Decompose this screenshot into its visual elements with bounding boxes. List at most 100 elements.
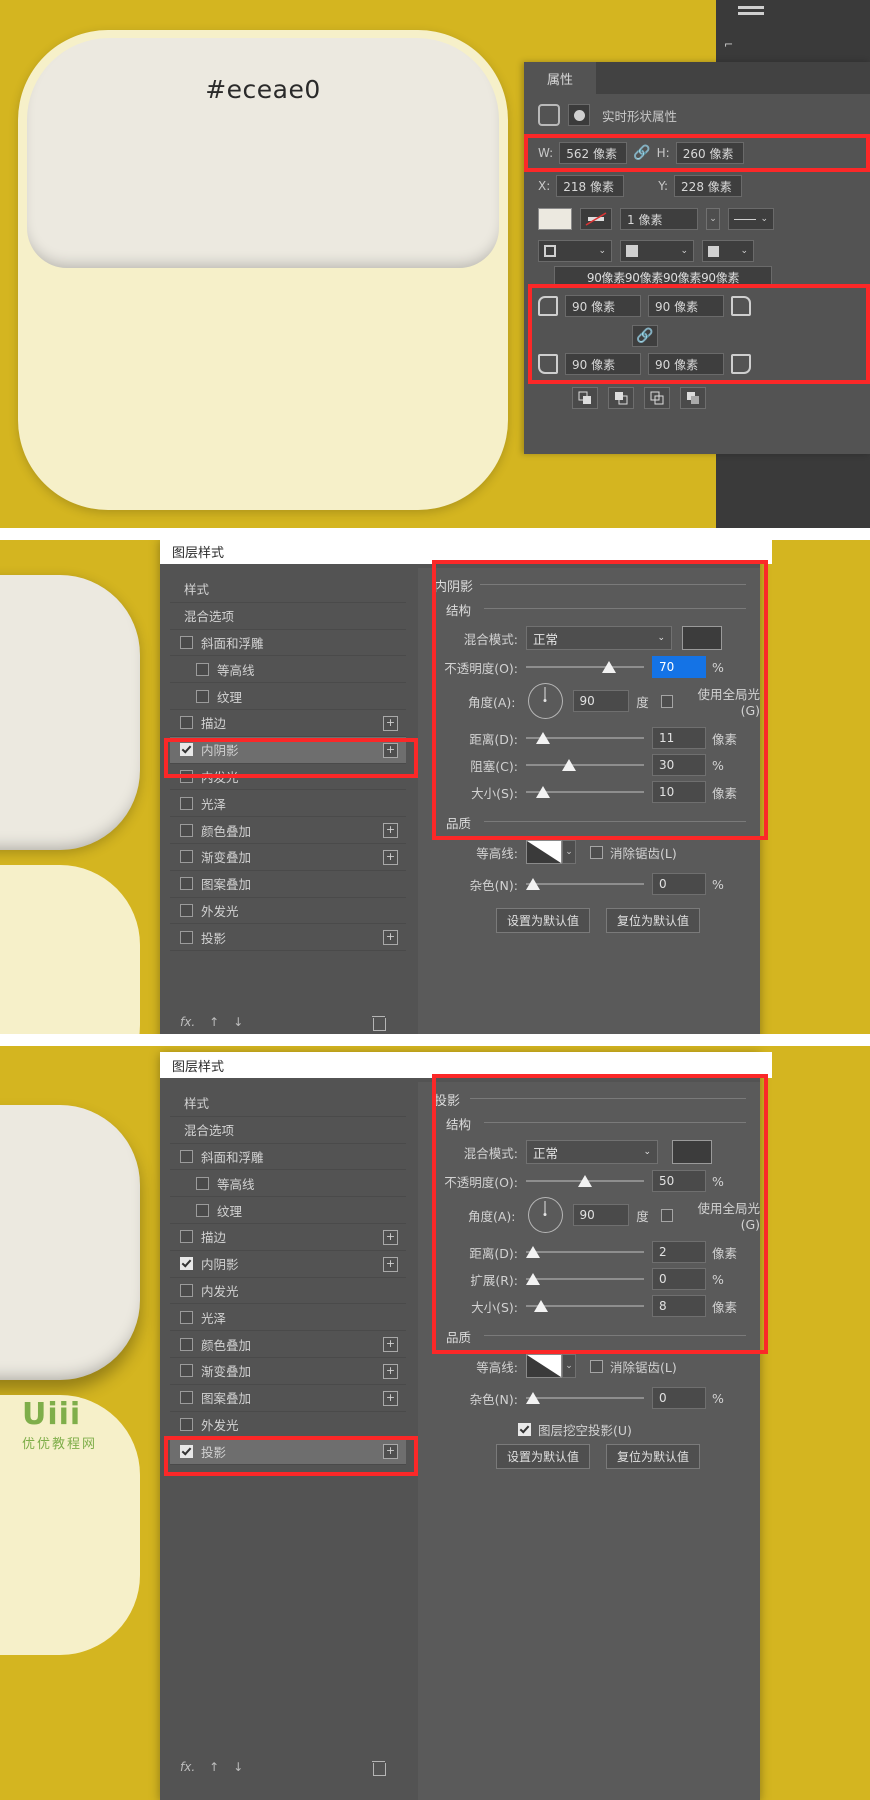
antialias-checkbox-2[interactable] bbox=[590, 1359, 603, 1373]
effect-item-b-13[interactable]: 投影 + bbox=[170, 1438, 406, 1466]
y-input[interactable]: 228 像素 bbox=[674, 175, 743, 197]
effect-checkbox-a-11[interactable] bbox=[180, 877, 193, 891]
radius-tr-input[interactable]: 90 像素 bbox=[648, 295, 724, 317]
effect-item-a-6[interactable]: 内阴影 + bbox=[170, 736, 406, 764]
blend-mode-select-1[interactable]: 正常 ⌄ bbox=[526, 626, 672, 650]
opacity-input-1[interactable]: 70 bbox=[652, 656, 706, 678]
effect-add-icon-a-13[interactable]: + bbox=[383, 930, 398, 946]
path-exclude-button[interactable] bbox=[680, 387, 706, 409]
trash-icon[interactable] bbox=[372, 1015, 387, 1031]
distance-input-2[interactable]: 2 bbox=[652, 1241, 706, 1263]
contour-chevron-icon-2[interactable]: ⌄ bbox=[562, 1354, 576, 1378]
effect-item-b-10[interactable]: 渐变叠加 + bbox=[170, 1358, 406, 1385]
stroke-width-chevron-icon[interactable]: ⌄ bbox=[706, 208, 720, 230]
effect-item-a-12[interactable]: 外发光 bbox=[170, 898, 406, 925]
reset-default-button-2[interactable]: 复位为默认值 bbox=[606, 1444, 700, 1469]
effect-item-b-12[interactable]: 外发光 bbox=[170, 1412, 406, 1439]
effect-add-icon-a-10[interactable]: + bbox=[383, 849, 398, 865]
effect-checkbox-b-6[interactable] bbox=[180, 1257, 193, 1271]
effect-checkbox-b-4[interactable] bbox=[196, 1203, 209, 1217]
effect-checkbox-b-12[interactable] bbox=[180, 1417, 193, 1431]
effect-item-b-5[interactable]: 描边 + bbox=[170, 1224, 406, 1251]
radius-bl-input[interactable]: 90 像素 bbox=[565, 353, 641, 375]
effect-item-b-11[interactable]: 图案叠加 + bbox=[170, 1385, 406, 1412]
effect-checkbox-a-9[interactable] bbox=[180, 823, 193, 837]
distance-input-1[interactable]: 11 bbox=[652, 727, 706, 749]
choke-slider-1[interactable] bbox=[526, 758, 644, 772]
size-slider-1[interactable] bbox=[526, 785, 644, 799]
effect-checkbox-a-3[interactable] bbox=[196, 662, 209, 676]
effect-item-b-6[interactable]: 内阴影 + bbox=[170, 1251, 406, 1278]
effect-item-a-5[interactable]: 描边 + bbox=[170, 710, 406, 737]
spread-slider-2[interactable] bbox=[526, 1272, 644, 1286]
x-input[interactable]: 218 像素 bbox=[556, 175, 625, 197]
effect-item-a-2[interactable]: 斜面和浮雕 bbox=[170, 630, 406, 657]
radius-tl-input[interactable]: 90 像素 bbox=[565, 295, 641, 317]
global-light-checkbox-2[interactable] bbox=[660, 1208, 674, 1222]
opacity-input-2[interactable]: 50 bbox=[652, 1170, 706, 1192]
stroke-swatch[interactable] bbox=[580, 208, 612, 230]
stroke-align-dropdown[interactable]: ⌄ bbox=[538, 240, 612, 262]
effect-item-a-0[interactable]: 样式 bbox=[170, 576, 406, 603]
effect-add-icon-a-5[interactable]: + bbox=[383, 715, 398, 731]
opacity-slider-1[interactable] bbox=[526, 660, 644, 674]
size-input-2[interactable]: 8 bbox=[652, 1295, 706, 1317]
effect-checkbox-a-7[interactable] bbox=[180, 769, 193, 783]
effect-item-a-10[interactable]: 渐变叠加 + bbox=[170, 844, 406, 871]
stroke-style-dropdown[interactable]: ⌄ bbox=[728, 208, 774, 230]
move-up-icon-2[interactable]: ↑ bbox=[209, 1760, 219, 1774]
contour-preview-1[interactable] bbox=[526, 840, 562, 864]
noise-input-2[interactable]: 0 bbox=[652, 1387, 706, 1409]
shadow-color-swatch-2[interactable] bbox=[672, 1140, 712, 1164]
effect-item-b-2[interactable]: 斜面和浮雕 bbox=[170, 1144, 406, 1171]
effect-checkbox-a-6[interactable] bbox=[180, 743, 193, 757]
effect-checkbox-b-11[interactable] bbox=[180, 1391, 193, 1405]
height-input[interactable]: 260 像素 bbox=[675, 142, 744, 164]
effect-checkbox-b-13[interactable] bbox=[180, 1444, 193, 1458]
effect-checkbox-b-3[interactable] bbox=[196, 1176, 209, 1190]
effect-item-a-4[interactable]: 纹理 bbox=[170, 683, 406, 710]
effect-add-icon-b-10[interactable]: + bbox=[383, 1363, 398, 1379]
size-input-1[interactable]: 10 bbox=[652, 781, 706, 803]
noise-slider-1[interactable] bbox=[526, 877, 644, 891]
stroke-cap-dropdown[interactable]: ⌄ bbox=[620, 240, 694, 262]
reset-default-button-1[interactable]: 复位为默认值 bbox=[606, 908, 700, 933]
contour-preview-2[interactable] bbox=[526, 1354, 562, 1378]
move-down-icon[interactable]: ↓ bbox=[233, 1015, 243, 1029]
effect-item-b-8[interactable]: 光泽 bbox=[170, 1304, 406, 1332]
width-input[interactable]: 562 像素 bbox=[559, 142, 628, 164]
fx-icon[interactable]: fx. bbox=[180, 1015, 195, 1029]
effect-checkbox-a-12[interactable] bbox=[180, 903, 193, 917]
effect-item-a-8[interactable]: 光泽 bbox=[170, 790, 406, 818]
effect-add-icon-b-9[interactable]: + bbox=[383, 1337, 398, 1353]
effect-item-a-9[interactable]: 颜色叠加 + bbox=[170, 817, 406, 844]
blend-mode-select-2[interactable]: 正常 ⌄ bbox=[526, 1140, 658, 1164]
path-subtract-button[interactable] bbox=[608, 387, 634, 409]
effect-checkbox-a-13[interactable] bbox=[180, 930, 193, 944]
radius-br-input[interactable]: 90 像素 bbox=[648, 353, 724, 375]
effect-checkbox-b-7[interactable] bbox=[180, 1283, 193, 1297]
effect-add-icon-a-6[interactable]: + bbox=[383, 742, 398, 758]
effect-checkbox-a-2[interactable] bbox=[180, 635, 193, 649]
effect-checkbox-b-8[interactable] bbox=[180, 1310, 193, 1324]
link-icon[interactable]: 🔗 bbox=[633, 145, 650, 161]
distance-slider-1[interactable] bbox=[526, 731, 644, 745]
spread-input-2[interactable]: 0 bbox=[652, 1268, 706, 1290]
effect-item-b-4[interactable]: 纹理 bbox=[170, 1197, 406, 1224]
move-up-icon[interactable]: ↑ bbox=[209, 1015, 219, 1029]
radius-summary-field[interactable]: 90像素90像素90像素90像素 bbox=[554, 266, 772, 288]
path-intersect-button[interactable] bbox=[644, 387, 670, 409]
effect-item-a-3[interactable]: 等高线 bbox=[170, 656, 406, 684]
effect-add-icon-b-6[interactable]: + bbox=[383, 1256, 398, 1272]
effect-item-a-11[interactable]: 图案叠加 bbox=[170, 871, 406, 898]
stroke-corner-dropdown[interactable]: ⌄ bbox=[702, 240, 754, 262]
tab-properties[interactable]: 属性 bbox=[524, 62, 596, 94]
move-down-icon-2[interactable]: ↓ bbox=[233, 1760, 243, 1774]
effect-checkbox-a-10[interactable] bbox=[180, 850, 193, 864]
effect-checkbox-a-4[interactable] bbox=[196, 689, 209, 703]
effect-add-icon-b-5[interactable]: + bbox=[383, 1229, 398, 1245]
effect-add-icon-a-9[interactable]: + bbox=[383, 823, 398, 839]
effect-item-b-7[interactable]: 内发光 bbox=[170, 1278, 406, 1305]
noise-input-1[interactable]: 0 bbox=[652, 873, 706, 895]
trash-icon-2[interactable] bbox=[372, 1760, 387, 1776]
